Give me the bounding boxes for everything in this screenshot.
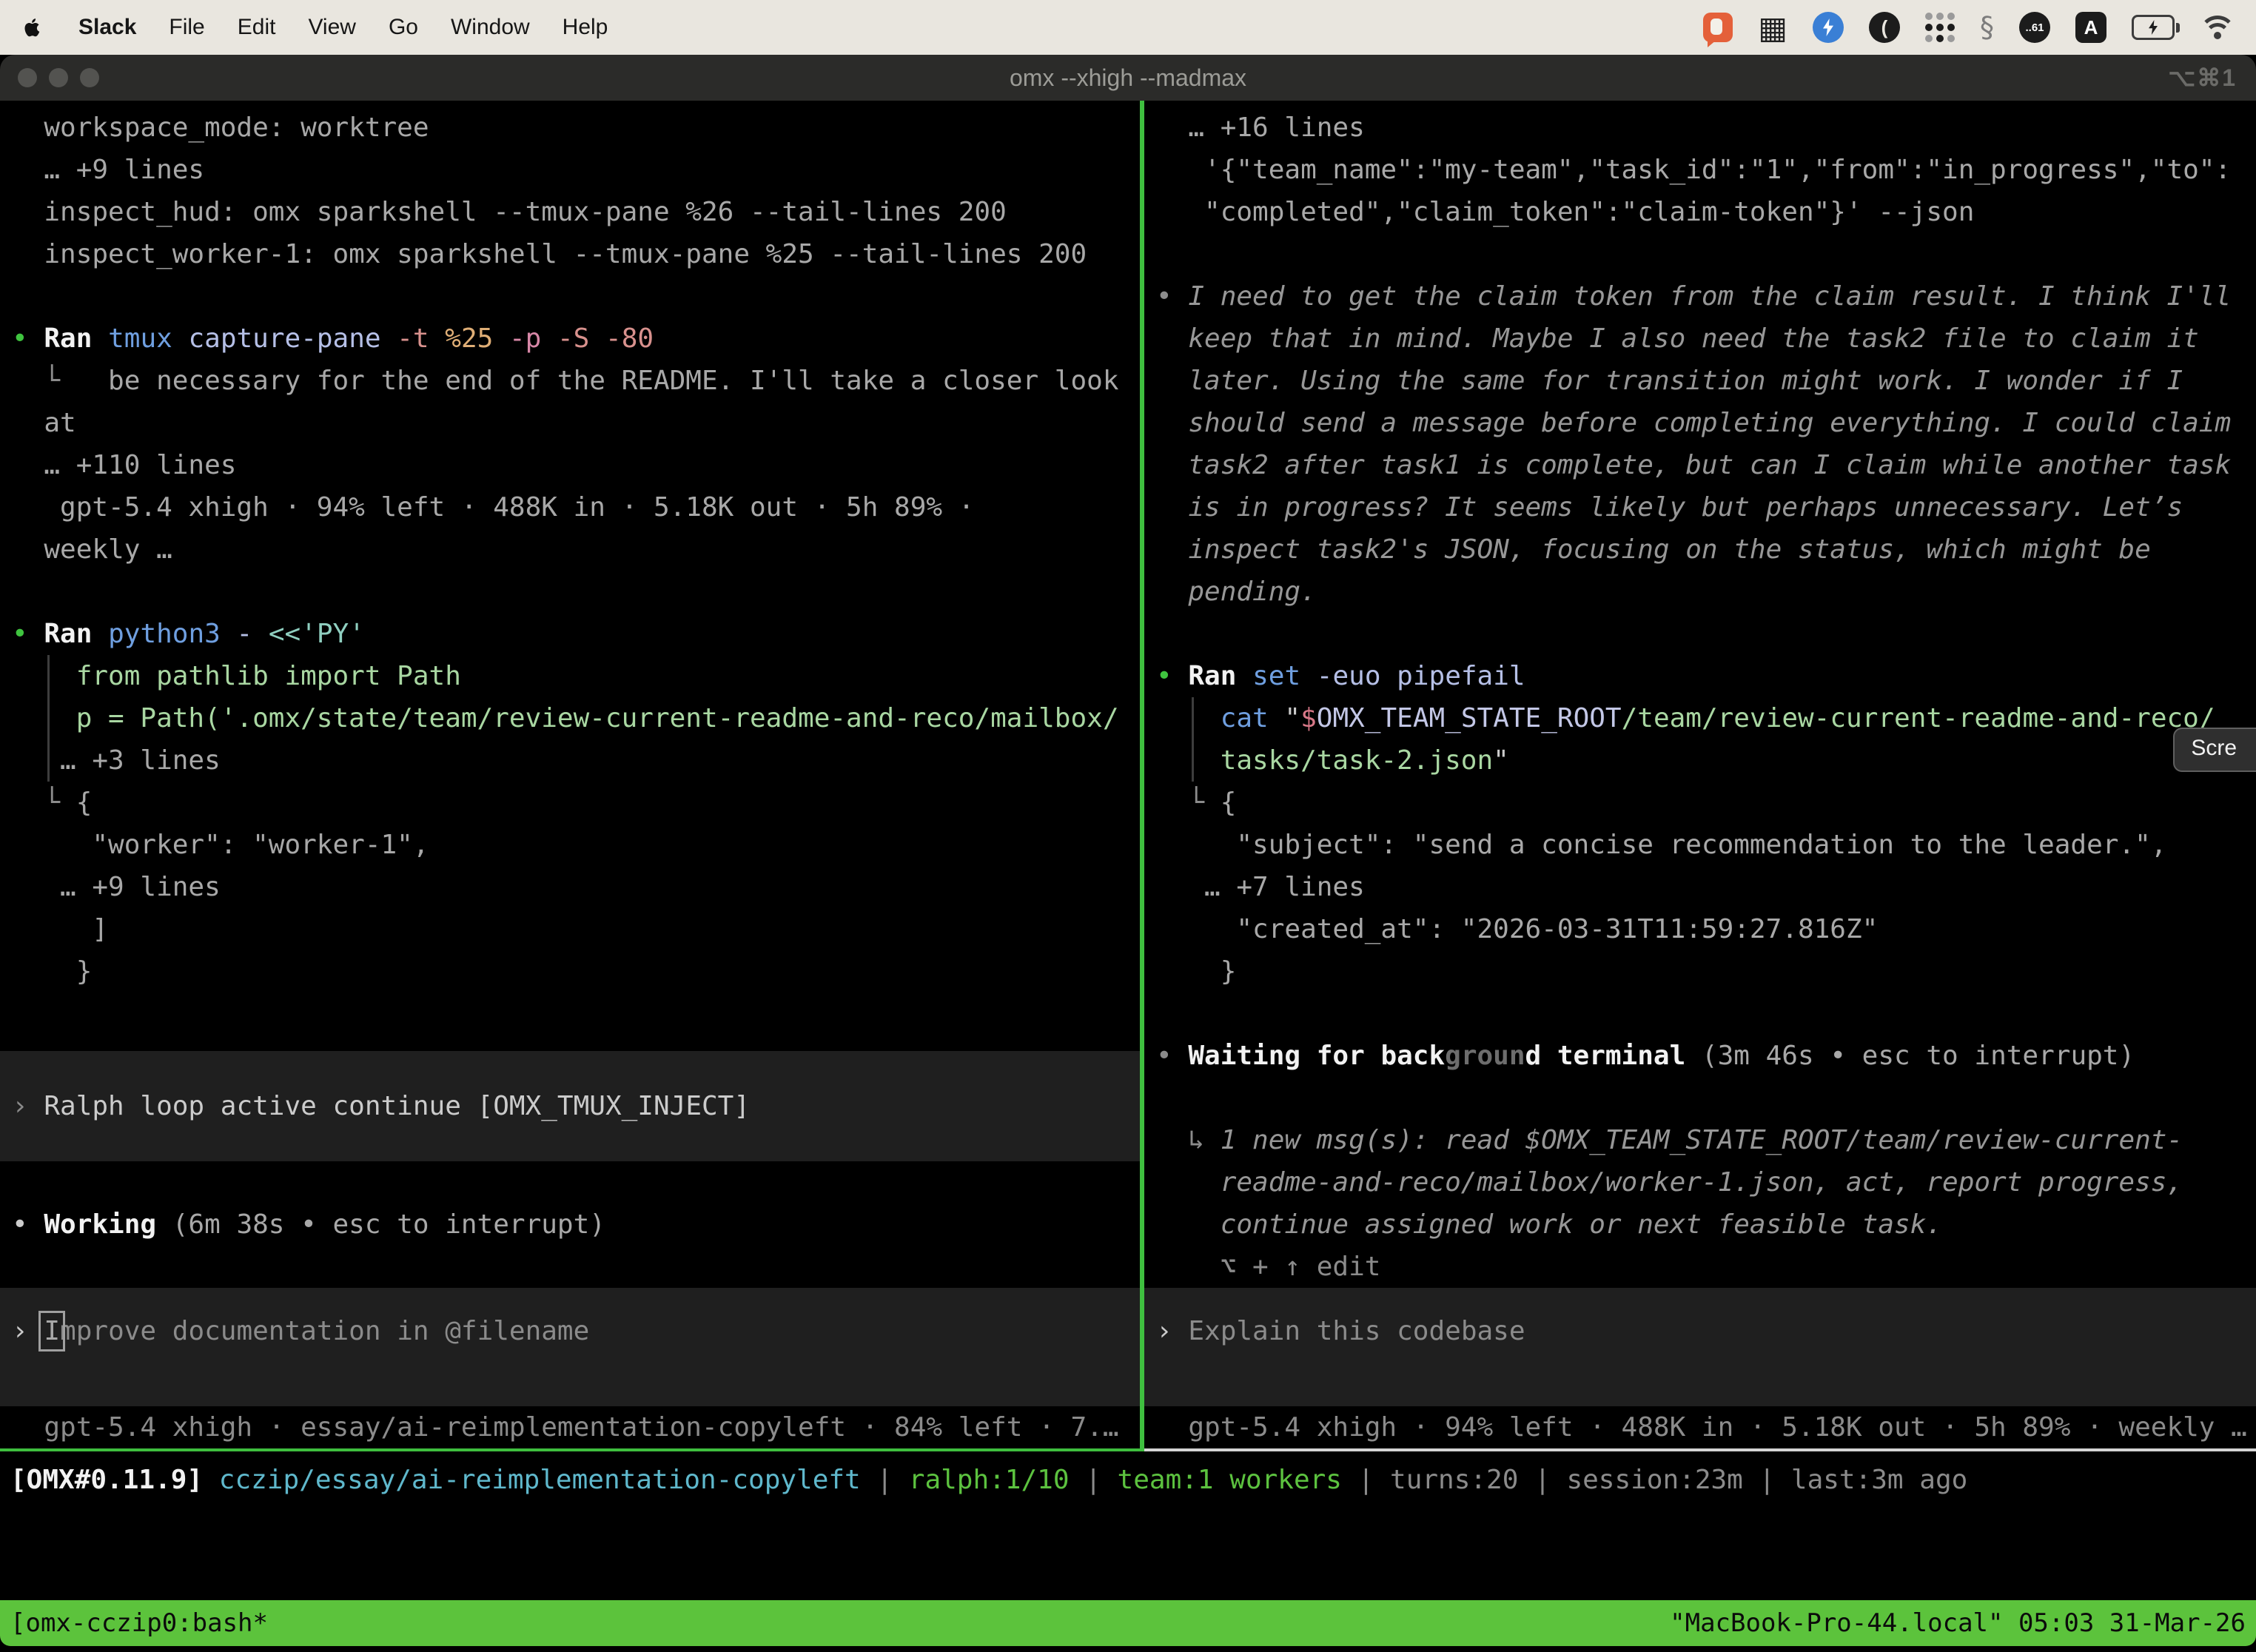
- terminal-line: • Ran set -euo pipefail: [1144, 655, 2256, 697]
- tmux-session-label[interactable]: [omx-cczip0:bash*: [10, 1608, 268, 1638]
- menu-item-view[interactable]: View: [308, 15, 355, 39]
- terminal-line: gpt-5.4 xhigh · essay/ai-reimplementatio…: [0, 1406, 1140, 1448]
- terminal-line: }: [1144, 950, 2256, 993]
- terminal-line: later. Using the same for transition mig…: [1144, 360, 2256, 402]
- terminal-line: '{"team_name":"my-team","task_id":"1","f…: [1144, 149, 2256, 191]
- terminal-line: • Working (6m 38s • esc to interrupt): [0, 1203, 1140, 1246]
- terminal-line: tasks/task-2.json": [1144, 739, 2256, 782]
- menu-bar: Slack File Edit View Go Window Help ▦ ( § ..61 A: [0, 0, 2256, 55]
- crescent-app-icon[interactable]: (: [1869, 12, 1900, 43]
- terminal-line: "worker": "worker-1",: [0, 824, 1140, 866]
- tmux-status-bar: [omx-cczip0:bash* "MacBook-Pro-44.local"…: [0, 1600, 2256, 1646]
- terminal-line: ↳ 1 new msg(s): read $OMX_TEAM_STATE_ROO…: [1144, 1119, 2256, 1161]
- menu-item-file[interactable]: File: [169, 15, 204, 39]
- terminal-line: [1144, 993, 2256, 1035]
- terminal-line: ]: [0, 908, 1140, 950]
- terminal-line: [1144, 613, 2256, 655]
- hook-icon[interactable]: §: [1980, 11, 1994, 44]
- terminal-line: readme-and-reco/mailbox/worker-1.json, a…: [1144, 1161, 2256, 1203]
- terminal-line: [0, 993, 1140, 1035]
- wifi-icon[interactable]: [2200, 14, 2235, 41]
- terminal-line: gpt-5.4 xhigh · 94% left · 488K in · 5.1…: [1144, 1406, 2256, 1448]
- terminal-line: p = Path('.omx/state/team/review-current…: [0, 697, 1140, 739]
- terminal-line: [1144, 233, 2256, 275]
- terminal-line: [0, 1246, 1140, 1288]
- terminal-line: "completed","claim_token":"claim-token"}…: [1144, 191, 2256, 233]
- window-titlebar: omx --xhigh --madmax ⌥⌘1: [0, 55, 2256, 101]
- a-app-icon[interactable]: A: [2075, 12, 2106, 43]
- screen-edge-tooltip: Scre: [2173, 728, 2256, 772]
- terminal-line: [0, 571, 1140, 613]
- terminal-line: }: [0, 950, 1140, 993]
- terminal-line: ⌥ + ↑ edit: [1144, 1246, 2256, 1288]
- terminal-line: └ {: [1144, 782, 2256, 824]
- terminal-line: • Waiting for background terminal (3m 46…: [1144, 1035, 2256, 1077]
- terminal-line: • Ran tmux capture-pane -t %25 -p -S -80: [0, 318, 1140, 360]
- apple-menu-icon[interactable]: [21, 13, 46, 42]
- terminal-line: • Ran python3 - <<'PY': [0, 613, 1140, 655]
- terminal-line: inspect task2's JSON, focusing on the st…: [1144, 528, 2256, 571]
- terminal-line: cat "$OMX_TEAM_STATE_ROOT/team/review-cu…: [1144, 697, 2256, 739]
- tmux-panes: workspace_mode: worktree … +9 lines insp…: [0, 101, 2256, 1448]
- menu-item-go[interactable]: Go: [389, 15, 418, 39]
- omx-status-line: [OMX#0.11.9] cczip/essay/ai-reimplementa…: [0, 1451, 2256, 1514]
- terminal-line: continue assigned work or next feasible …: [1144, 1203, 2256, 1246]
- terminal-line: [0, 275, 1140, 318]
- window-shortcut-badge: ⌥⌘1: [2168, 64, 2237, 92]
- terminal-window: omx --xhigh --madmax ⌥⌘1 workspace_mode:…: [0, 55, 2256, 1652]
- blue-bolt-badge-icon[interactable]: [1813, 12, 1844, 43]
- terminal-line: "created_at": "2026-03-31T11:59:27.816Z": [1144, 908, 2256, 950]
- window-title: omx --xhigh --madmax: [0, 64, 2256, 92]
- terminal-line: … +110 lines: [0, 444, 1140, 486]
- terminal-line: at: [0, 402, 1140, 444]
- menu-item-edit[interactable]: Edit: [238, 15, 276, 39]
- terminal-line: workspace_mode: worktree: [0, 107, 1140, 149]
- prompt-input-left[interactable]: › Improve documentation in @filename: [0, 1288, 1140, 1406]
- terminal-line: keep that in mind. Maybe I also need the…: [1144, 318, 2256, 360]
- terminal-line: from pathlib import Path: [0, 655, 1140, 697]
- terminal-line: • I need to get the claim token from the…: [1144, 275, 2256, 318]
- dots-grid-icon[interactable]: [1925, 13, 1955, 42]
- terminal-line: pending.: [1144, 571, 2256, 613]
- terminal-line: [0, 1161, 1140, 1203]
- terminal-line: └ be necessary for the end of the README…: [0, 360, 1140, 402]
- terminal-line: is in progress? It seems likely but perh…: [1144, 486, 2256, 528]
- menu-item-help[interactable]: Help: [563, 15, 608, 39]
- terminal-line: … +7 lines: [1144, 866, 2256, 908]
- terminal-line: └ {: [0, 782, 1140, 824]
- left-terminal-pane[interactable]: workspace_mode: worktree … +9 lines insp…: [0, 101, 1140, 1448]
- menu-app-name[interactable]: Slack: [78, 15, 136, 40]
- terminal-line: … +3 lines: [0, 739, 1140, 782]
- prompt-input-right[interactable]: › Explain this codebase: [1144, 1288, 2256, 1406]
- terminal-line: "subject": "send a concise recommendatio…: [1144, 824, 2256, 866]
- terminal-line: weekly …: [0, 528, 1140, 571]
- terminal-line: … +16 lines: [1144, 107, 2256, 149]
- grid-shield-icon[interactable]: ▦: [1758, 10, 1787, 46]
- menu-item-window[interactable]: Window: [451, 15, 530, 39]
- moon-badge-icon[interactable]: ..61: [2019, 12, 2050, 43]
- terminal-line: … +9 lines: [0, 149, 1140, 191]
- terminal-line: inspect_worker-1: omx sparkshell --tmux-…: [0, 233, 1140, 275]
- battery-icon[interactable]: [2132, 15, 2175, 40]
- chat-app-icon[interactable]: [1703, 13, 1733, 42]
- terminal-line: inspect_hud: omx sparkshell --tmux-pane …: [0, 191, 1140, 233]
- ralph-loop-banner: › Ralph loop active continue [OMX_TMUX_I…: [0, 1051, 1140, 1161]
- terminal-line: task2 after task1 is complete, but can I…: [1144, 444, 2256, 486]
- tmux-host-clock: "MacBook-Pro-44.local" 05:03 31-Mar-26: [1670, 1608, 2246, 1638]
- terminal-line: should send a message before completing …: [1144, 402, 2256, 444]
- terminal-line: … +9 lines: [0, 866, 1140, 908]
- terminal-line: gpt-5.4 xhigh · 94% left · 488K in · 5.1…: [0, 486, 1140, 528]
- right-terminal-pane[interactable]: … +16 lines '{"team_name":"my-team","tas…: [1144, 101, 2256, 1448]
